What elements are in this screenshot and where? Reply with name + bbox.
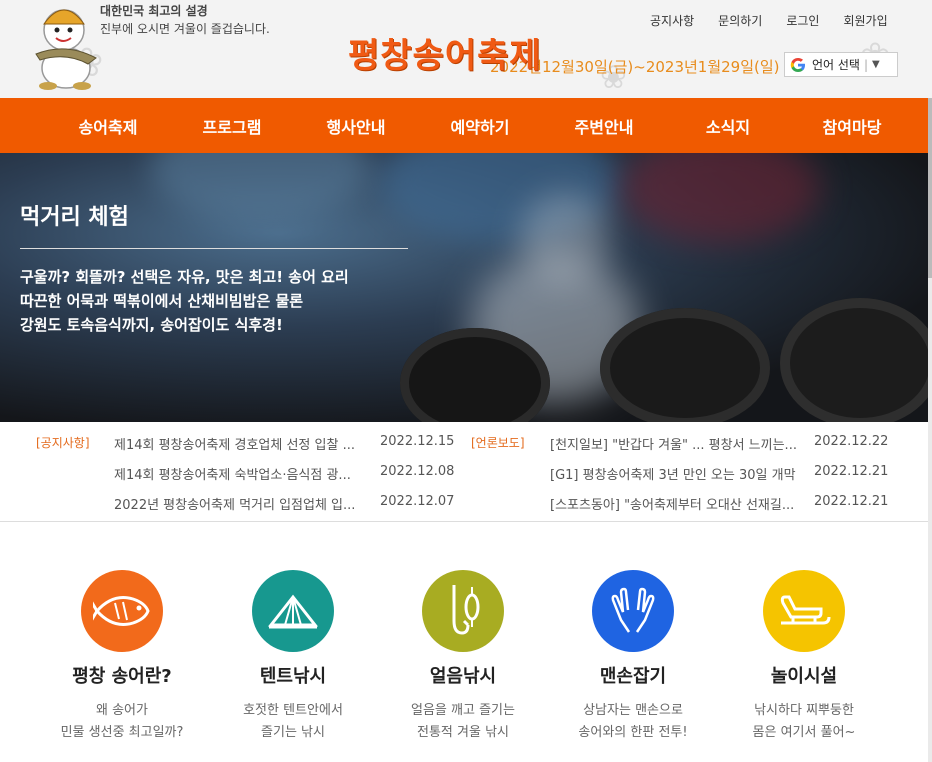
quick-item-desc-line2: 몸은 여기서 풀어~	[752, 725, 856, 740]
quick-item-circle[interactable]	[252, 570, 334, 652]
hands-icon	[611, 587, 655, 633]
quick-item-circle[interactable]	[592, 570, 674, 652]
notice-date: 2022.12.07	[380, 494, 455, 509]
notice-title[interactable]: 제14회 평창송어축제 숙박업소·음식점 광...	[114, 464, 376, 483]
press-date: 2022.12.21	[814, 464, 889, 479]
fish-icon	[93, 596, 150, 626]
util-link-notice[interactable]: 공지사항	[650, 12, 706, 29]
quick-item-desc-line1: 얼음을 깨고 즐기는	[411, 703, 515, 718]
page-scrollbar[interactable]	[928, 98, 932, 762]
notice-date: 2022.12.08	[380, 464, 455, 479]
quick-item-bare-hand[interactable]: 맨손잡기 상남자는 맨손으로 송어와의 한판 전투!	[548, 570, 718, 744]
quick-item-ice-fishing[interactable]: 얼음낚시 얼음을 깨고 즐기는 전통적 겨울 낚시	[378, 570, 548, 744]
slogan-line1: 대한민국 최고의 설경	[100, 4, 208, 18]
quick-item-desc-line2: 송어와의 한판 전투!	[578, 725, 688, 740]
nav-festival[interactable]: 송어축제	[46, 114, 170, 138]
quick-item-desc-line1: 호젓한 텐트안에서	[243, 703, 343, 718]
quick-item-title[interactable]: 맨손잡기	[548, 662, 718, 688]
hero-title: 먹거리 체험	[20, 205, 129, 230]
quick-item-desc-line1: 상남자는 맨손으로	[583, 703, 683, 718]
quick-item-desc-line2: 전통적 겨울 낚시	[417, 725, 509, 740]
notice-title[interactable]: 2022년 평창송어축제 먹거리 입점업체 입...	[114, 494, 376, 513]
quick-item-desc: 얼음을 깨고 즐기는 전통적 겨울 낚시	[378, 700, 548, 744]
site-header: ❀ ❀ ❀ 대한민국 최고의 설경 진부에 오시면 겨울이 즐겁습니다. 202…	[0, 0, 932, 98]
language-select[interactable]: 언어 선택 | ▼	[784, 52, 898, 77]
quick-item-desc-line2: 민물 생선중 최고일까?	[60, 725, 184, 740]
notice-item[interactable]: 2022년 평창송어축제 먹거리 입점업체 입... 2022.12.07	[114, 494, 460, 513]
slogan: 대한민국 최고의 설경 진부에 오시면 겨울이 즐겁습니다.	[100, 2, 270, 38]
press-item[interactable]: [천지일보] "반갑다 겨울" ... 평창서 느끼는... 2022.12.2…	[550, 434, 894, 453]
quick-item-desc: 호젓한 텐트안에서 즐기는 낚시	[208, 700, 378, 744]
hero-bg-shape	[150, 153, 370, 223]
notice-title[interactable]: 제14회 평창송어축제 경호업체 선정 입찰 ...	[114, 434, 376, 453]
quick-menu: 평창 송어란? 왜 송어가 민물 생선중 최고일까? 텐트낚시 호젓한 텐트안에…	[0, 522, 928, 762]
main-nav: 송어축제 프로그램 행사안내 예약하기 주변안내 소식지 참여마당	[0, 98, 932, 153]
language-select-label: 언어 선택	[812, 58, 860, 72]
dropdown-arrow-icon: ▼	[872, 59, 880, 70]
festival-title-logo[interactable]: 평창송어축제	[348, 28, 542, 77]
hero-banner: 먹거리 체험 구울까? 회뜰까? 선택은 자유, 맛은 최고! 송어 요리 따끈…	[0, 153, 928, 422]
hero-desc-line2: 따끈한 어묵과 떡볶이에서 산채비빔밥은 물론	[20, 292, 304, 310]
quick-item-desc-line2: 즐기는 낚시	[261, 725, 325, 740]
press-item[interactable]: [스포츠동아] "송어축제부터 오대산 선재길... 2022.12.21	[550, 494, 894, 513]
press-title[interactable]: [천지일보] "반갑다 겨울" ... 평창서 느끼는...	[550, 434, 812, 453]
hero-desc-line3: 강원도 토속음식까지, 송어잡이도 식후경!	[20, 316, 283, 334]
snowman-mascot-logo[interactable]	[30, 2, 102, 90]
quick-item-desc: 왜 송어가 민물 생선중 최고일까?	[37, 700, 207, 744]
quick-item-title[interactable]: 놀이시설	[719, 662, 889, 688]
google-icon	[790, 57, 805, 72]
hero-grill-barrel	[780, 298, 928, 422]
nav-participation[interactable]: 참여마당	[790, 114, 914, 138]
nav-program[interactable]: 프로그램	[170, 114, 294, 138]
tent-icon	[267, 594, 319, 629]
separator: |	[863, 57, 869, 72]
hero-grill-barrel	[600, 308, 770, 422]
press-item[interactable]: [G1] 평창송어축제 3년 만인 오는 30일 개막 2022.12.21	[550, 464, 894, 483]
quick-item-desc-line1: 낚시하다 찌뿌둥한	[754, 703, 854, 718]
quick-item-desc: 상남자는 맨손으로 송어와의 한판 전투!	[548, 700, 718, 744]
quick-item-circle[interactable]	[763, 570, 845, 652]
hero-description: 구울까? 회뜰까? 선택은 자유, 맛은 최고! 송어 요리 따끈한 어묵과 떡…	[20, 265, 349, 337]
sled-icon	[780, 595, 831, 625]
slogan-line2: 진부에 오시면 겨울이 즐겁습니다.	[100, 22, 270, 36]
util-link-login[interactable]: 로그인	[774, 12, 831, 29]
util-link-inquiry[interactable]: 문의하기	[706, 12, 774, 29]
scrollbar-thumb[interactable]	[928, 98, 932, 278]
quick-item-title[interactable]: 텐트낚시	[208, 662, 378, 688]
hero-desc-line1: 구울까? 회뜰까? 선택은 자유, 맛은 최고! 송어 요리	[20, 268, 349, 286]
fishing-hook-icon	[452, 585, 480, 635]
hero-divider	[20, 248, 408, 249]
press-tag[interactable]: [언론보도]	[471, 434, 525, 451]
quick-item-play-facility[interactable]: 놀이시설 낚시하다 찌뿌둥한 몸은 여기서 풀어~	[719, 570, 889, 744]
quick-item-desc: 낚시하다 찌뿌둥한 몸은 여기서 풀어~	[719, 700, 889, 744]
quick-item-desc-line1: 왜 송어가	[96, 703, 148, 718]
notice-tag[interactable]: [공지사항]	[36, 434, 90, 451]
quick-item-trout[interactable]: 평창 송어란? 왜 송어가 민물 생선중 최고일까?	[37, 570, 207, 744]
press-title[interactable]: [스포츠동아] "송어축제부터 오대산 선재길...	[550, 494, 812, 513]
news-section: [공지사항] [언론보도] 제14회 평창송어축제 경호업체 선정 입찰 ...…	[0, 422, 928, 522]
notice-item[interactable]: 제14회 평창송어축제 경호업체 선정 입찰 ... 2022.12.15	[114, 434, 460, 453]
quick-item-title[interactable]: 평창 송어란?	[37, 662, 207, 688]
press-title[interactable]: [G1] 평창송어축제 3년 만인 오는 30일 개막	[550, 464, 812, 483]
quick-item-title[interactable]: 얼음낚시	[378, 662, 548, 688]
notice-date: 2022.12.15	[380, 434, 455, 449]
nav-event-info[interactable]: 행사안내	[294, 114, 418, 138]
nav-reservation[interactable]: 예약하기	[418, 114, 542, 138]
notice-item[interactable]: 제14회 평창송어축제 숙박업소·음식점 광... 2022.12.08	[114, 464, 460, 483]
util-link-signup[interactable]: 회원가입	[831, 12, 899, 29]
press-date: 2022.12.22	[814, 434, 889, 449]
hero-smoke	[520, 193, 610, 283]
nav-newsletter[interactable]: 소식지	[666, 114, 790, 138]
utility-nav: 공지사항 문의하기 로그인 회원가입	[650, 12, 900, 29]
quick-item-circle[interactable]	[422, 570, 504, 652]
quick-item-circle[interactable]	[81, 570, 163, 652]
quick-item-tent-fishing[interactable]: 텐트낚시 호젓한 텐트안에서 즐기는 낚시	[208, 570, 378, 744]
hero-bg-shape	[620, 153, 820, 243]
press-date: 2022.12.21	[814, 494, 889, 509]
nav-nearby[interactable]: 주변안내	[542, 114, 666, 138]
